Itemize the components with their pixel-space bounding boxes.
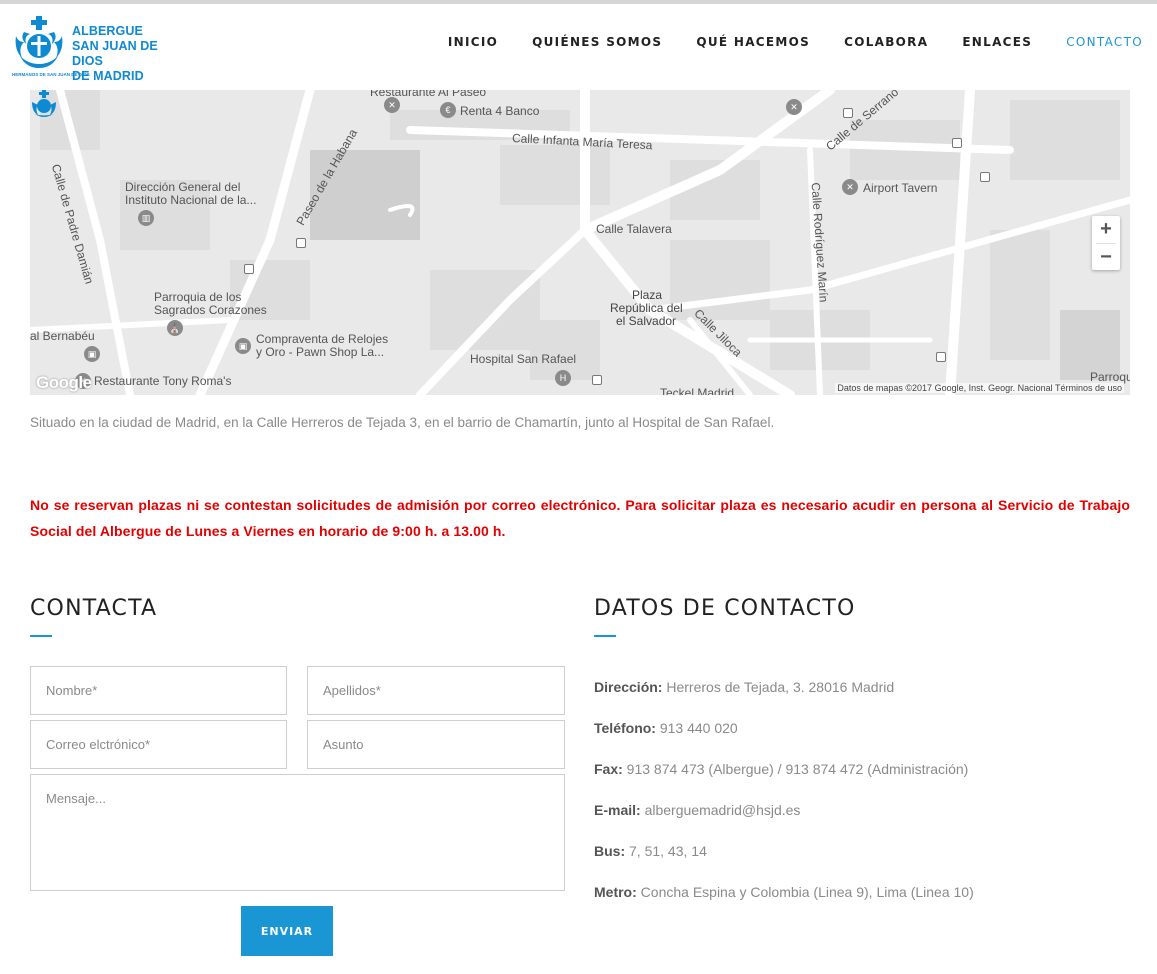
map-label: Teckel Madrid [660, 386, 735, 396]
shop-poi-icon[interactable]: ▣ [84, 346, 100, 362]
map-label: al Bernabéu [30, 329, 95, 343]
admission-notice: No se reservan plazas ni se contestan so… [30, 497, 1130, 539]
map-label: Restaurante Al Paseo [370, 90, 487, 99]
contact-address: Dirección: Herreros de Tejada, 3. 28016 … [594, 679, 894, 695]
nav-enlaces[interactable]: ENLACES [962, 35, 1032, 49]
logo-emblem-icon [15, 16, 63, 68]
zoom-in-button[interactable]: + [1092, 216, 1120, 243]
contact-title: DATOS DE CONTACTO [594, 596, 856, 621]
map-label: Restaurante Tony Roma's [94, 374, 232, 388]
main-nav: INICIO QUIÉNES SOMOS QUÉ HACEMOS COLABOR… [414, 35, 1143, 49]
nav-colabora[interactable]: COLABORA [844, 35, 928, 49]
form-title: CONTACTA [30, 596, 158, 621]
contact-label: Dirección: [594, 679, 663, 695]
contact-label: Fax: [594, 761, 623, 777]
google-logo[interactable]: Google [36, 373, 92, 393]
contact-label: Teléfono: [594, 720, 656, 736]
contact-email-link[interactable]: alberguemadrid@hsjd.es [641, 802, 801, 818]
map-label: Instituto Nacional de la... [125, 193, 257, 207]
map-label: Sagrados Corazones [154, 303, 267, 317]
map-label: Renta 4 Banco [460, 104, 540, 118]
restaurant-poi-icon[interactable]: ✕ [384, 97, 400, 113]
church-poi-icon[interactable]: ⛪ [167, 320, 183, 336]
bus-stop-icon [296, 238, 306, 248]
contact-label: E-mail: [594, 802, 641, 818]
site-header: ALBERGUE SAN JUAN DE DIOS DE MADRID HERM… [0, 4, 1157, 90]
contact-title-underline [594, 635, 616, 637]
restaurant-poi-icon[interactable]: ✕ [842, 179, 858, 195]
contact-label: Metro: [594, 884, 637, 900]
site-logo[interactable]: ALBERGUE SAN JUAN DE DIOS DE MADRID HERM… [12, 14, 187, 83]
google-map[interactable]: ✕ € ✕ ✕ ▥ ⛪ ▣ ▣ H ✕ Restaurante Al Paseo… [30, 90, 1130, 395]
contact-bus: Bus: 7, 51, 43, 14 [594, 843, 707, 859]
bus-stop-icon [843, 108, 853, 118]
logo-line-2: SAN JUAN DE DIOS [72, 39, 158, 68]
contact-fax: Fax: 913 874 473 (Albergue) / 913 874 47… [594, 761, 968, 777]
asunto-field[interactable] [307, 720, 565, 769]
hospital-poi-icon[interactable]: H [555, 370, 571, 386]
nav-inicio[interactable]: INICIO [448, 35, 498, 49]
logo-subtitle: HERMANOS DE SAN JUAN DE DIOS [12, 72, 90, 77]
bank-poi-icon[interactable]: € [440, 102, 456, 118]
shop-poi-icon[interactable]: ▣ [235, 338, 251, 354]
map-label: y Oro - Pawn Shop La... [256, 345, 385, 359]
enviar-button[interactable]: ENVIAR [241, 906, 333, 956]
restaurant-poi-icon[interactable]: ✕ [786, 99, 802, 115]
mensaje-field[interactable] [30, 774, 565, 891]
map-attribution[interactable]: Datos de mapas ©2017 Google, Inst. Geogr… [835, 383, 1124, 393]
contact-label: Bus: [594, 843, 626, 859]
map-label: Hospital San Rafael [470, 352, 577, 366]
bus-stop-icon [980, 172, 990, 182]
zoom-out-button[interactable]: − [1092, 244, 1120, 271]
map-label: Airport Tavern [863, 181, 938, 195]
location-marker-icon[interactable] [30, 90, 58, 118]
logo-line-1: ALBERGUE [72, 24, 143, 38]
contact-phone: Teléfono: 913 440 020 [594, 720, 738, 736]
map-label: el Salvador [616, 314, 677, 328]
contact-metro: Metro: Concha Espina y Colombia (Linea 9… [594, 884, 974, 900]
nav-contacto[interactable]: CONTACTO [1066, 35, 1143, 49]
contact-value: Herreros de Tejada, 3. 28016 Madrid [662, 679, 895, 695]
location-description: Situado en la ciudad de Madrid, en la Ca… [30, 415, 775, 430]
contact-email: E-mail: alberguemadrid@hsjd.es [594, 802, 800, 818]
contact-value: 913 440 020 [655, 720, 738, 736]
bus-stop-icon [592, 375, 602, 385]
apellidos-field[interactable] [307, 666, 565, 715]
map-label: Calle Talavera [596, 222, 672, 236]
email-field[interactable] [30, 720, 287, 769]
contact-value: Concha Espina y Colombia (Linea 9), Lima… [636, 884, 974, 900]
contact-value: 7, 51, 43, 14 [625, 843, 707, 859]
form-title-underline [30, 635, 52, 637]
bus-stop-icon [952, 138, 962, 148]
map-zoom-control: + − [1092, 216, 1120, 270]
museum-poi-icon[interactable]: ▥ [138, 210, 154, 226]
bus-stop-icon [936, 352, 946, 362]
bus-stop-icon [244, 264, 254, 274]
nombre-field[interactable] [30, 666, 287, 715]
nav-quienes-somos[interactable]: QUIÉNES SOMOS [532, 35, 662, 49]
contact-value: 913 874 473 (Albergue) / 913 874 472 (Ad… [622, 761, 969, 777]
nav-que-hacemos[interactable]: QUÉ HACEMOS [696, 35, 810, 49]
